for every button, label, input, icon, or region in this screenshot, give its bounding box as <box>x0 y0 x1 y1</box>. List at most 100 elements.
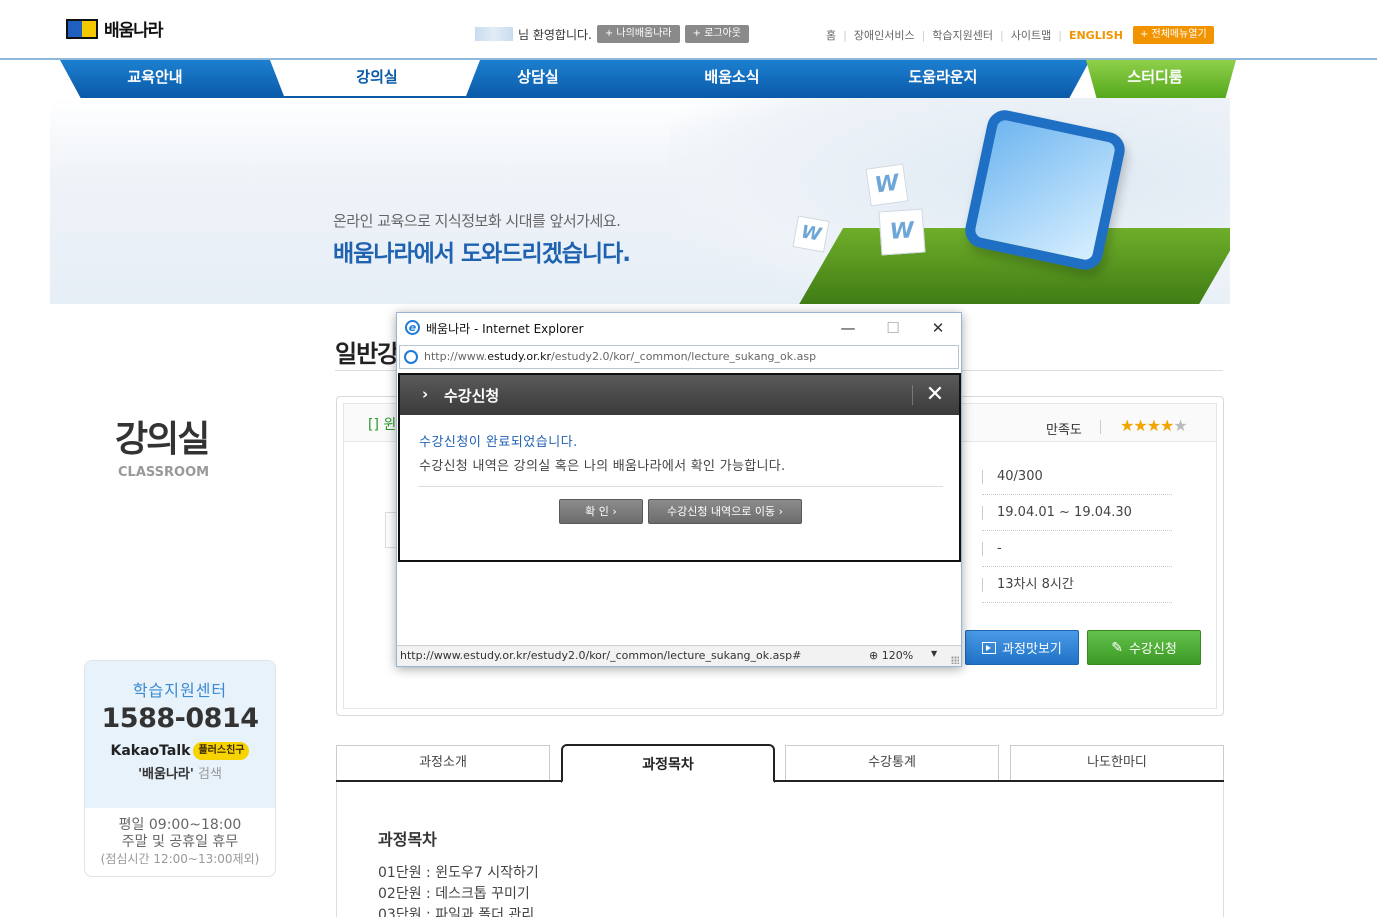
logo-mark-icon <box>66 18 98 39</box>
util-link-accessibility[interactable]: 장애인서비스 <box>854 27 915 43</box>
tab-course-stats[interactable]: 수강통계 <box>785 745 999 780</box>
edit-icon: ✎ <box>1111 639 1123 656</box>
utility-links: 홈 | 장애인서비스 | 학습지원센터 | 사이트맵 | ENGLISH + 전… <box>826 26 1214 44</box>
hero-cube-icon: W <box>792 215 830 253</box>
hours-weekday: 평일 09:00~18:00 <box>118 817 242 833</box>
course-preview-button[interactable]: 과정맛보기 <box>965 630 1079 665</box>
hero-tagline: 온라인 교육으로 지식정보화 시대를 앞서가세요. <box>333 212 621 230</box>
page-title: 일반강 <box>335 340 399 368</box>
enroll-label: 수강신청 <box>1128 642 1177 657</box>
my-baeumnara-button[interactable]: + 나의배움나라 <box>596 25 680 43</box>
hero-monitor-frame <box>961 106 1129 274</box>
all-menu-button[interactable]: + 전체메뉴열기 <box>1132 26 1214 44</box>
dialog-title: 수강신청 <box>444 387 500 405</box>
kakao-search-hint: '배움나라' 검색 <box>85 763 275 782</box>
support-hours: 평일 09:00~18:00 주말 및 공휴일 휴무 (점심시간 12:00~1… <box>85 808 275 868</box>
support-title: 학습지원센터 <box>132 681 228 700</box>
dialog-message-primary: 수강신청이 완료되었습니다. <box>419 435 578 450</box>
window-close-icon[interactable]: ✕ <box>926 317 950 339</box>
zoom-dropdown-icon[interactable]: ▼ <box>931 649 937 658</box>
zoom-icon: ⊕ <box>869 649 879 662</box>
util-separator: | <box>843 28 847 42</box>
tab-comments[interactable]: 나도한마디 <box>1010 745 1224 780</box>
util-link-support[interactable]: 학습지원센터 <box>932 27 993 43</box>
star-icon: ★ <box>1160 416 1174 435</box>
minimize-icon[interactable]: — <box>836 317 860 339</box>
ie-logo-icon: e <box>405 320 420 335</box>
tab-course-intro[interactable]: 과정소개 <box>336 745 550 780</box>
dialog-close-icon[interactable]: ✕ <box>921 381 949 409</box>
main-navigation: 교육안내 강의실 상담실 배움소식 도움라운지 스터디룸 <box>60 60 1236 98</box>
section-title: 강의실 <box>115 419 210 460</box>
course-preview-label: 과정맛보기 <box>1002 642 1062 657</box>
info-row-capacity: 40/300 <box>982 459 1172 495</box>
section-subtitle: CLASSROOM <box>118 465 210 480</box>
resize-grip[interactable] <box>951 656 959 664</box>
chevron-right-icon: › <box>422 385 429 403</box>
toc-title: 과정목차 <box>378 830 437 849</box>
nav-item-news[interactable]: 배움소식 <box>667 60 797 94</box>
kakao-plus-badge: 플러스친구 <box>193 742 250 760</box>
dialog-header-separator <box>912 385 913 405</box>
kakao-search-word: 검색 <box>198 767 222 782</box>
url-path: /estudy2.0/kor/_common/lecture_sukang_ok… <box>551 350 817 363</box>
kakao-label: KakaoTalk <box>110 743 191 759</box>
dialog-message-secondary: 수강신청 내역은 강의실 혹은 나의 배움나라에서 확인 가능합니다. <box>419 459 786 474</box>
nav-item-help-lounge[interactable]: 도움라운지 <box>878 60 1008 94</box>
masked-username <box>475 27 513 41</box>
english-link[interactable]: ENGLISH <box>1069 29 1123 42</box>
star-icon: ★ <box>1120 416 1134 435</box>
star-icon: ★ <box>1133 416 1147 435</box>
info-row-sessions: 13차시 8시간 <box>982 567 1172 603</box>
kakao-id: '배움나라' <box>138 767 194 782</box>
hours-weekend: 주말 및 공휴일 휴무 <box>121 834 239 850</box>
course-name: [] 윈 <box>368 417 397 433</box>
util-separator: | <box>1000 28 1004 42</box>
ie-address-bar[interactable]: http://www.estudy.or.kr/estudy2.0/kor/_c… <box>399 345 959 369</box>
satisfaction-separator <box>1100 420 1101 434</box>
logout-button[interactable]: + 로그아웃 <box>684 25 749 43</box>
toc-item: 03단원 : 파일과 폴더 관리 <box>378 907 535 917</box>
hero-cube-icon: W <box>878 208 926 256</box>
dialog-header: › 수강신청 ✕ <box>400 375 959 415</box>
satisfaction-label: 만족도 <box>1046 423 1082 438</box>
nav-item-education-info[interactable]: 교육안내 <box>90 60 220 94</box>
util-link-sitemap[interactable]: 사이트맵 <box>1011 27 1051 43</box>
hero-banner: W W W 온라인 교육으로 지식정보화 시대를 앞서가세요. 배움나라에서 도… <box>50 98 1230 304</box>
zoom-level[interactable]: ⊕ 120% <box>869 649 913 662</box>
satisfaction-stars: ★★★★★ <box>1120 416 1188 435</box>
nav-item-classroom[interactable]: 강의실 <box>312 60 442 94</box>
toc-item: 02단원 : 데스크톱 꾸미기 <box>378 886 530 902</box>
info-row-extra: - <box>982 531 1172 567</box>
ie-url: http://www.estudy.or.kr/estudy2.0/kor/_c… <box>424 350 816 363</box>
support-center-box: 학습지원센터 1588-0814 KakaoTalk 플러스친구 '배움나라' … <box>84 660 276 877</box>
ie-window-title: 배움나라 - Internet Explorer <box>426 322 584 336</box>
enroll-dialog: › 수강신청 ✕ 수강신청이 완료되었습니다. 수강신청 내역은 강의실 혹은 … <box>398 373 961 562</box>
support-top: 학습지원센터 1588-0814 KakaoTalk 플러스친구 '배움나라' … <box>85 661 275 808</box>
logo-text: 배움나라 <box>104 21 164 41</box>
go-to-history-button[interactable]: 수강신청 내역으로 이동 › <box>648 499 802 524</box>
welcome-area: 님 환영합니다. + 나의배움나라 + 로그아웃 <box>475 25 749 43</box>
util-separator: | <box>921 28 926 42</box>
top-bar: 배움나라 님 환영합니다. + 나의배움나라 + 로그아웃 홈 | 장애인서비스… <box>0 0 1377 60</box>
tab-course-toc[interactable]: 과정목차 <box>561 744 775 783</box>
hero-cube-icon: W <box>865 163 909 207</box>
util-separator: | <box>1058 28 1062 42</box>
zoom-value: 120% <box>881 649 914 662</box>
toc-item: 01단원 : 윈도우7 시작하기 <box>378 865 539 881</box>
course-tabs: 과정소개 과정목차 수강통계 나도한마디 <box>336 744 1224 783</box>
ie-title-bar: e 배움나라 - Internet Explorer — ☐ ✕ <box>397 313 961 343</box>
url-prefix: http://www. <box>424 350 488 363</box>
confirm-button[interactable]: 확 인 › <box>559 499 643 524</box>
ie-status-bar: http://www.estudy.or.kr/estudy2.0/kor/_c… <box>397 645 961 666</box>
maximize-icon[interactable]: ☐ <box>881 317 905 339</box>
nav-item-studyroom[interactable]: 스터디룸 <box>1090 60 1220 94</box>
util-link-home[interactable]: 홈 <box>826 27 836 43</box>
enroll-button[interactable]: ✎ 수강신청 <box>1087 630 1201 665</box>
star-icon: ★ <box>1146 416 1161 435</box>
welcome-text: 님 환영합니다. <box>518 27 592 42</box>
kakao-row: KakaoTalk 플러스친구 <box>85 742 275 760</box>
ie-popup-window: e 배움나라 - Internet Explorer — ☐ ✕ http://… <box>396 312 962 667</box>
site-logo[interactable]: 배움나라 <box>66 16 164 41</box>
nav-item-counsel[interactable]: 상담실 <box>473 60 603 94</box>
